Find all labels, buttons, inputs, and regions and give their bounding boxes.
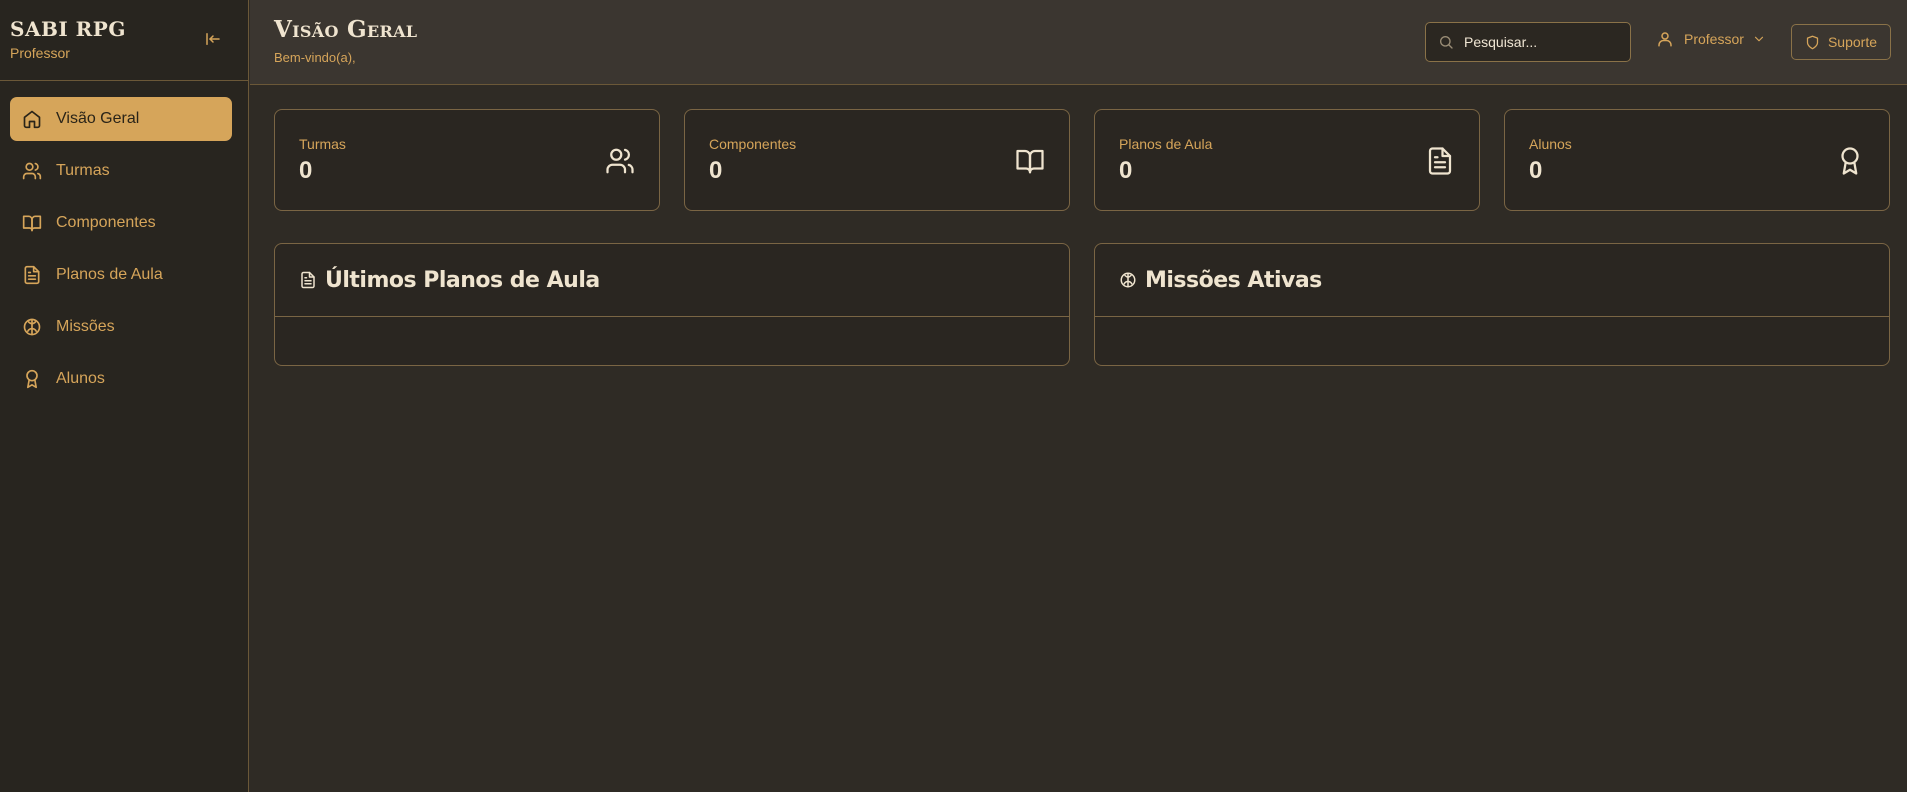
stat-card-turmas[interactable]: Turmas 0 <box>274 109 660 211</box>
search-input[interactable] <box>1464 34 1624 50</box>
stat-card-alunos[interactable]: Alunos 0 <box>1504 109 1890 211</box>
brain-icon <box>22 317 42 337</box>
chevron-down-icon <box>1752 32 1766 46</box>
sidebar-nav: Visão Geral Turmas Componentes Planos de… <box>0 81 248 401</box>
panel-header: Missões Ativas <box>1095 244 1889 317</box>
page-title: Visão Geral <box>274 16 418 43</box>
stat-value: 0 <box>299 157 313 184</box>
user-menu[interactable]: Professor <box>1656 30 1766 48</box>
sidebar-item-planos-de-aula[interactable]: Planos de Aula <box>10 253 232 297</box>
brain-icon <box>1119 271 1137 289</box>
brand: SABI RPG Professor <box>0 0 248 81</box>
stat-label: Planos de Aula <box>1119 136 1213 152</box>
user-icon <box>1656 30 1674 48</box>
stat-value: 0 <box>1529 157 1543 184</box>
sidebar-item-alunos[interactable]: Alunos <box>10 357 232 401</box>
users-icon <box>605 146 635 176</box>
support-button-label: Suporte <box>1827 34 1878 50</box>
panel-title: Missões Ativas <box>1145 267 1322 293</box>
sidebar: SABI RPG Professor Visão Geral Turmas Co… <box>0 0 249 792</box>
award-icon <box>22 369 42 389</box>
sidebar-item-componentes[interactable]: Componentes <box>10 201 232 245</box>
stat-value: 0 <box>709 157 723 184</box>
sidebar-item-visao-geral[interactable]: Visão Geral <box>10 97 232 141</box>
book-icon <box>22 213 42 233</box>
stat-label: Componentes <box>709 136 797 152</box>
sidebar-item-missoes[interactable]: Missões <box>10 305 232 349</box>
active-missions-panel: Missões Ativas <box>1094 243 1890 366</box>
stat-card-componentes[interactable]: Componentes 0 <box>684 109 1070 211</box>
top-header: Visão Geral Bem-vindo(a), Professor Supo… <box>250 0 1907 85</box>
sidebar-item-label: Componentes <box>56 214 156 231</box>
sidebar-item-turmas[interactable]: Turmas <box>10 149 232 193</box>
support-button[interactable]: Suporte <box>1791 24 1891 60</box>
home-icon <box>22 109 42 129</box>
file-text-icon <box>1425 146 1455 176</box>
collapse-sidebar-icon[interactable] <box>204 30 222 48</box>
shield-icon <box>1805 35 1820 50</box>
main-content: Turmas 0 Componentes 0 Planos de Aula 0 … <box>250 86 1907 792</box>
sidebar-item-label: Planos de Aula <box>56 266 163 283</box>
sidebar-item-label: Alunos <box>56 370 105 387</box>
search-box[interactable] <box>1425 22 1631 62</box>
stat-card-planos-de-aula[interactable]: Planos de Aula 0 <box>1094 109 1480 211</box>
users-icon <box>22 161 42 181</box>
latest-plans-panel: Últimos Planos de Aula <box>274 243 1070 366</box>
stat-label: Alunos <box>1529 136 1572 152</box>
stat-value: 0 <box>1119 157 1133 184</box>
file-text-icon <box>22 265 42 285</box>
welcome-subtitle: Bem-vindo(a), <box>274 50 356 65</box>
sidebar-item-label: Visão Geral <box>56 110 140 127</box>
sidebar-item-label: Turmas <box>56 162 110 179</box>
file-text-icon <box>299 271 317 289</box>
search-icon <box>1438 34 1454 50</box>
panel-header: Últimos Planos de Aula <box>275 244 1069 317</box>
sidebar-item-label: Missões <box>56 318 115 335</box>
panel-title: Últimos Planos de Aula <box>325 267 600 293</box>
stat-label: Turmas <box>299 136 346 152</box>
book-icon <box>1015 146 1045 176</box>
user-menu-label: Professor <box>1684 31 1744 47</box>
award-icon <box>1835 146 1865 176</box>
